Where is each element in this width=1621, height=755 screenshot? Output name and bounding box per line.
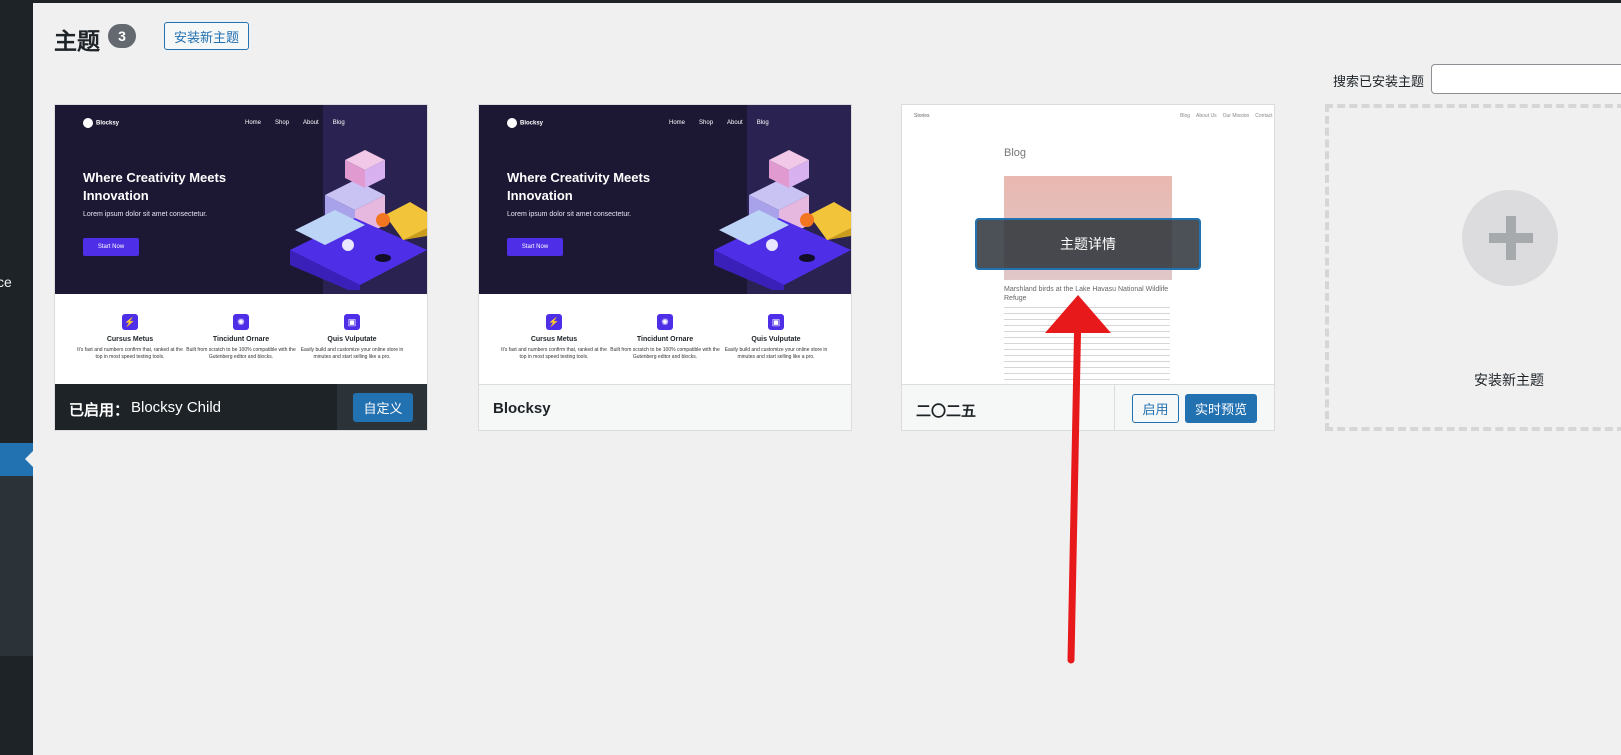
- sidebar-current-pointer: [25, 451, 33, 467]
- themes-page: 主题 3 安装新主题 搜索已安装主题 Blocksy Home Shop Abo…: [33, 3, 1621, 755]
- admin-sidebar: ce: [0, 0, 33, 755]
- sidebar-submenu: [0, 476, 33, 656]
- sidebar-edge-text[interactable]: ce: [0, 274, 12, 290]
- annotation-arrow-icon: [1045, 295, 1111, 664]
